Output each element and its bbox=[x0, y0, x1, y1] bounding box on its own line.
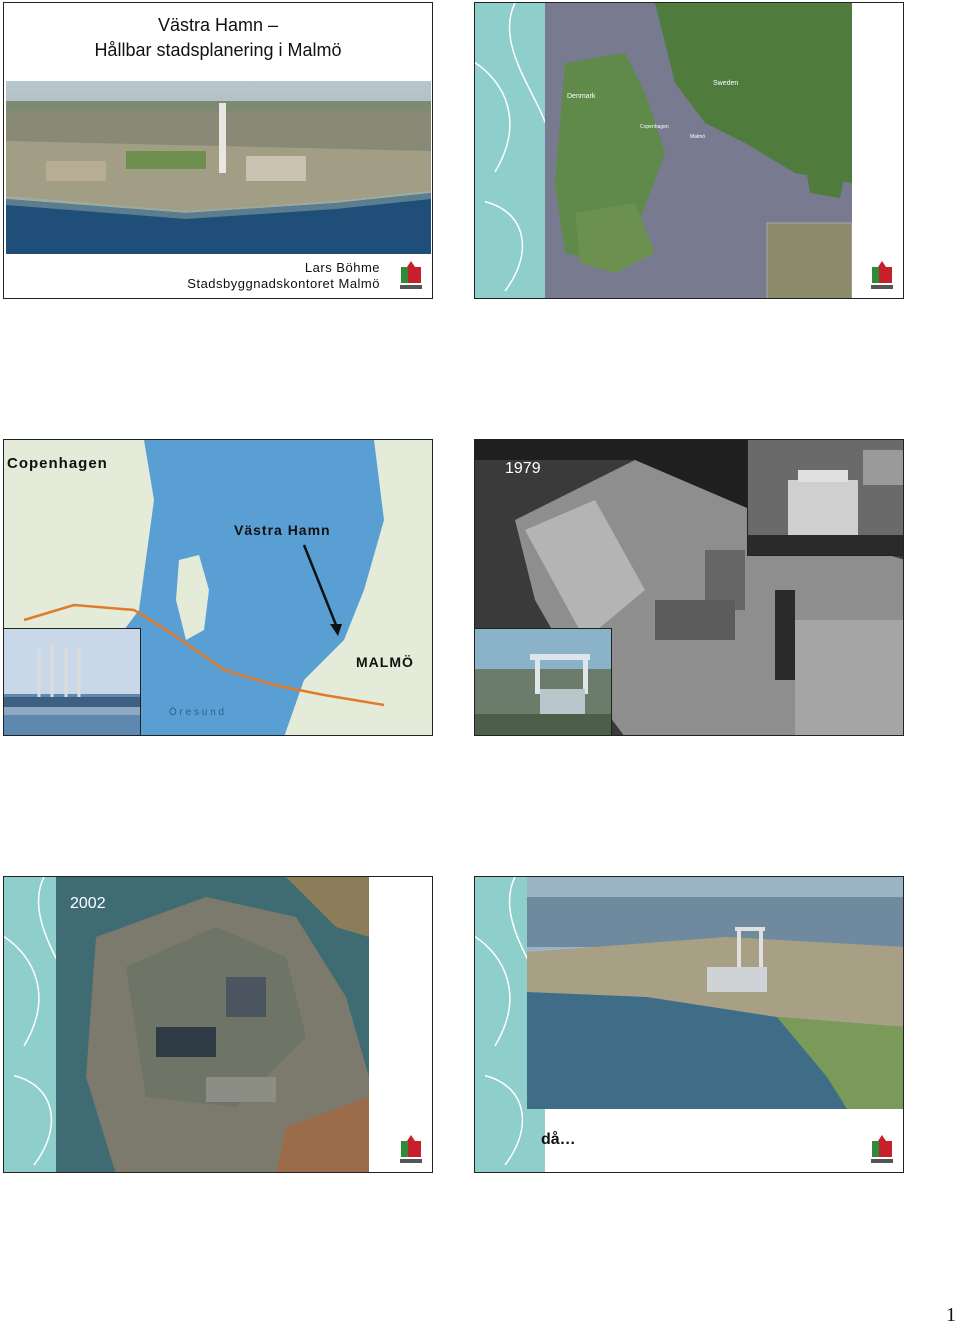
page-number: 1 bbox=[946, 1304, 956, 1326]
slide-3: Ö r e s u n d Copenhagen Västra Hamn MAL… bbox=[3, 439, 433, 736]
slide-1-title-line2: Hållbar stadsplanering i Malmö bbox=[94, 40, 342, 60]
slide-5-year: 2002 bbox=[70, 895, 106, 912]
shipyard-bw-photo bbox=[747, 440, 903, 556]
slide-1-title-line1: Västra Hamn – bbox=[157, 15, 279, 35]
map-label-denmark: Denmark bbox=[567, 93, 596, 100]
slide-1-author: Lars Böhme bbox=[304, 260, 380, 275]
malmo-stad-logo bbox=[869, 1135, 895, 1165]
teal-swirl-decoration bbox=[475, 3, 545, 298]
slide-1: Västra Hamn – Hållbar stadsplanering i M… bbox=[3, 2, 433, 299]
satellite-map-oresund: Denmark Sweden Copenhagen Malmö bbox=[545, 3, 852, 298]
aerial-photo-former-shipyard bbox=[527, 877, 903, 1109]
malmo-stad-logo bbox=[398, 261, 424, 291]
slide-4-year: 1979 bbox=[505, 460, 541, 477]
malmo-stad-logo bbox=[398, 1135, 424, 1165]
slide-3-label-copenhagen: Copenhagen bbox=[7, 455, 108, 472]
malmo-stad-logo bbox=[869, 261, 895, 291]
map-label-copenhagen: Copenhagen bbox=[640, 124, 669, 130]
aerial-photo-2002 bbox=[56, 877, 369, 1172]
aerial-photo-vastra-hamn bbox=[6, 81, 431, 254]
slide-3-label-malmo: MALMÖ bbox=[356, 654, 414, 670]
slide-1-org: Stadsbyggnadskontoret Malmö bbox=[187, 276, 380, 291]
slide-5: 2002 bbox=[3, 876, 433, 1173]
map-label-oresund: Ö r e s u n d bbox=[169, 706, 224, 718]
slide-3-label-vastra-hamn: Västra Hamn bbox=[234, 522, 331, 538]
map-label-sweden: Sweden bbox=[713, 80, 738, 87]
map-label-malmo: Malmö bbox=[690, 134, 705, 140]
oresund-bridge-photo bbox=[4, 628, 141, 735]
slide-2: Denmark Sweden Copenhagen Malmö bbox=[474, 2, 904, 299]
slide-6-caption: då… bbox=[541, 1131, 576, 1148]
slide-6: då… bbox=[474, 876, 904, 1173]
slide-4: 1979 bbox=[474, 439, 904, 736]
kockums-crane-color-photo bbox=[475, 628, 612, 735]
